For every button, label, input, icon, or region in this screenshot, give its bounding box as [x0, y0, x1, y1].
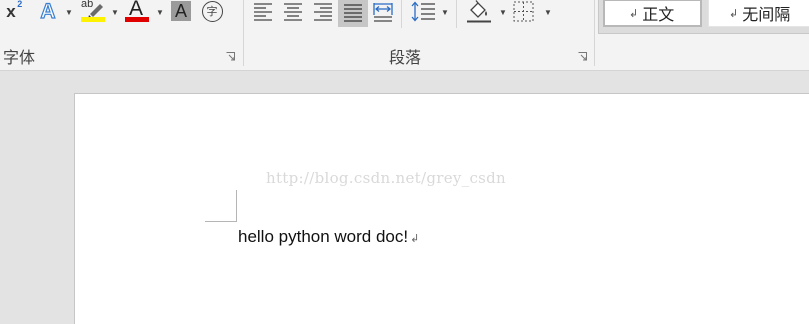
- enclose-characters-button[interactable]: 字: [200, 0, 224, 22]
- dialog-launcher-icon[interactable]: [226, 52, 235, 61]
- document-page[interactable]: http://blog.csdn.net/grey_csdn hello pyt…: [74, 93, 809, 324]
- style-label: 正文: [642, 5, 675, 24]
- character-shading-icon: A: [171, 1, 191, 21]
- body-paragraph[interactable]: hello python word doc! ↲: [238, 227, 419, 247]
- justify-button[interactable]: [338, 0, 368, 27]
- align-center-button[interactable]: [280, 0, 306, 26]
- styles-gallery: ↲ 正文 ↲ 无间隔: [598, 0, 809, 34]
- borders-icon: [513, 1, 534, 22]
- paragraph-mark-icon: ↲: [729, 6, 739, 20]
- superscript-icon: x2: [6, 0, 23, 21]
- borders-button[interactable]: ▼: [510, 0, 554, 26]
- ribbon: x2 A ▼ ab ▼ A ▼ A 字 字体 ▼ ▼ ▼ 段落 ↲ 正文 ↲ 无…: [0, 0, 809, 71]
- style-no-spacing[interactable]: ↲ 无间隔: [708, 0, 809, 27]
- watermark: http://blog.csdn.net/grey_csdn: [266, 169, 507, 187]
- shading-button[interactable]: ▼: [463, 0, 507, 26]
- separator: [456, 0, 457, 28]
- distributed-icon: [373, 3, 393, 22]
- chevron-down-icon[interactable]: ▼: [111, 9, 119, 17]
- dialog-launcher-icon[interactable]: [578, 52, 587, 61]
- paragraph-mark-icon: ↲: [629, 6, 639, 20]
- chevron-down-icon[interactable]: ▼: [156, 9, 164, 17]
- align-center-icon: [284, 3, 302, 21]
- align-left-icon: [254, 3, 272, 21]
- character-shading-button[interactable]: A: [170, 0, 192, 22]
- document-area: http://blog.csdn.net/grey_csdn hello pyt…: [0, 71, 809, 324]
- paragraph-mark-icon: ↲: [410, 233, 420, 245]
- chevron-down-icon[interactable]: ▼: [544, 9, 552, 17]
- body-text: hello python word doc!: [238, 227, 409, 246]
- chevron-down-icon[interactable]: ▼: [65, 9, 73, 17]
- font-group-label: 字体: [3, 48, 36, 67]
- font-color-icon: A: [124, 0, 150, 24]
- paragraph-group-label: 段落: [389, 48, 422, 67]
- style-label: 无间隔: [742, 5, 791, 24]
- text-effects-button[interactable]: A ▼: [34, 0, 73, 24]
- line-spacing-button[interactable]: ▼: [408, 0, 450, 26]
- line-spacing-icon: [411, 1, 435, 22]
- superscript-button[interactable]: x2: [0, 0, 22, 24]
- separator: [401, 0, 402, 28]
- chevron-down-icon[interactable]: ▼: [441, 9, 449, 17]
- font-color-button[interactable]: A ▼: [124, 0, 166, 24]
- text-boundary-marker: [205, 221, 237, 222]
- paint-bucket-icon: [467, 0, 491, 23]
- justify-icon: [344, 3, 362, 22]
- align-right-button[interactable]: [310, 0, 336, 26]
- group-separator: [594, 0, 595, 66]
- text-highlight-button[interactable]: ab ▼: [78, 0, 120, 24]
- highlighter-icon: ab: [80, 0, 105, 22]
- distributed-button[interactable]: [370, 0, 396, 26]
- align-right-icon: [314, 3, 332, 21]
- chevron-down-icon[interactable]: ▼: [499, 9, 507, 17]
- text-effects-icon: A: [40, 0, 56, 24]
- style-normal[interactable]: ↲ 正文: [603, 0, 702, 27]
- text-boundary-marker: [236, 190, 237, 222]
- enclosed-character-icon: 字: [201, 0, 223, 22]
- align-left-button[interactable]: [250, 0, 276, 26]
- group-separator: [243, 0, 244, 66]
